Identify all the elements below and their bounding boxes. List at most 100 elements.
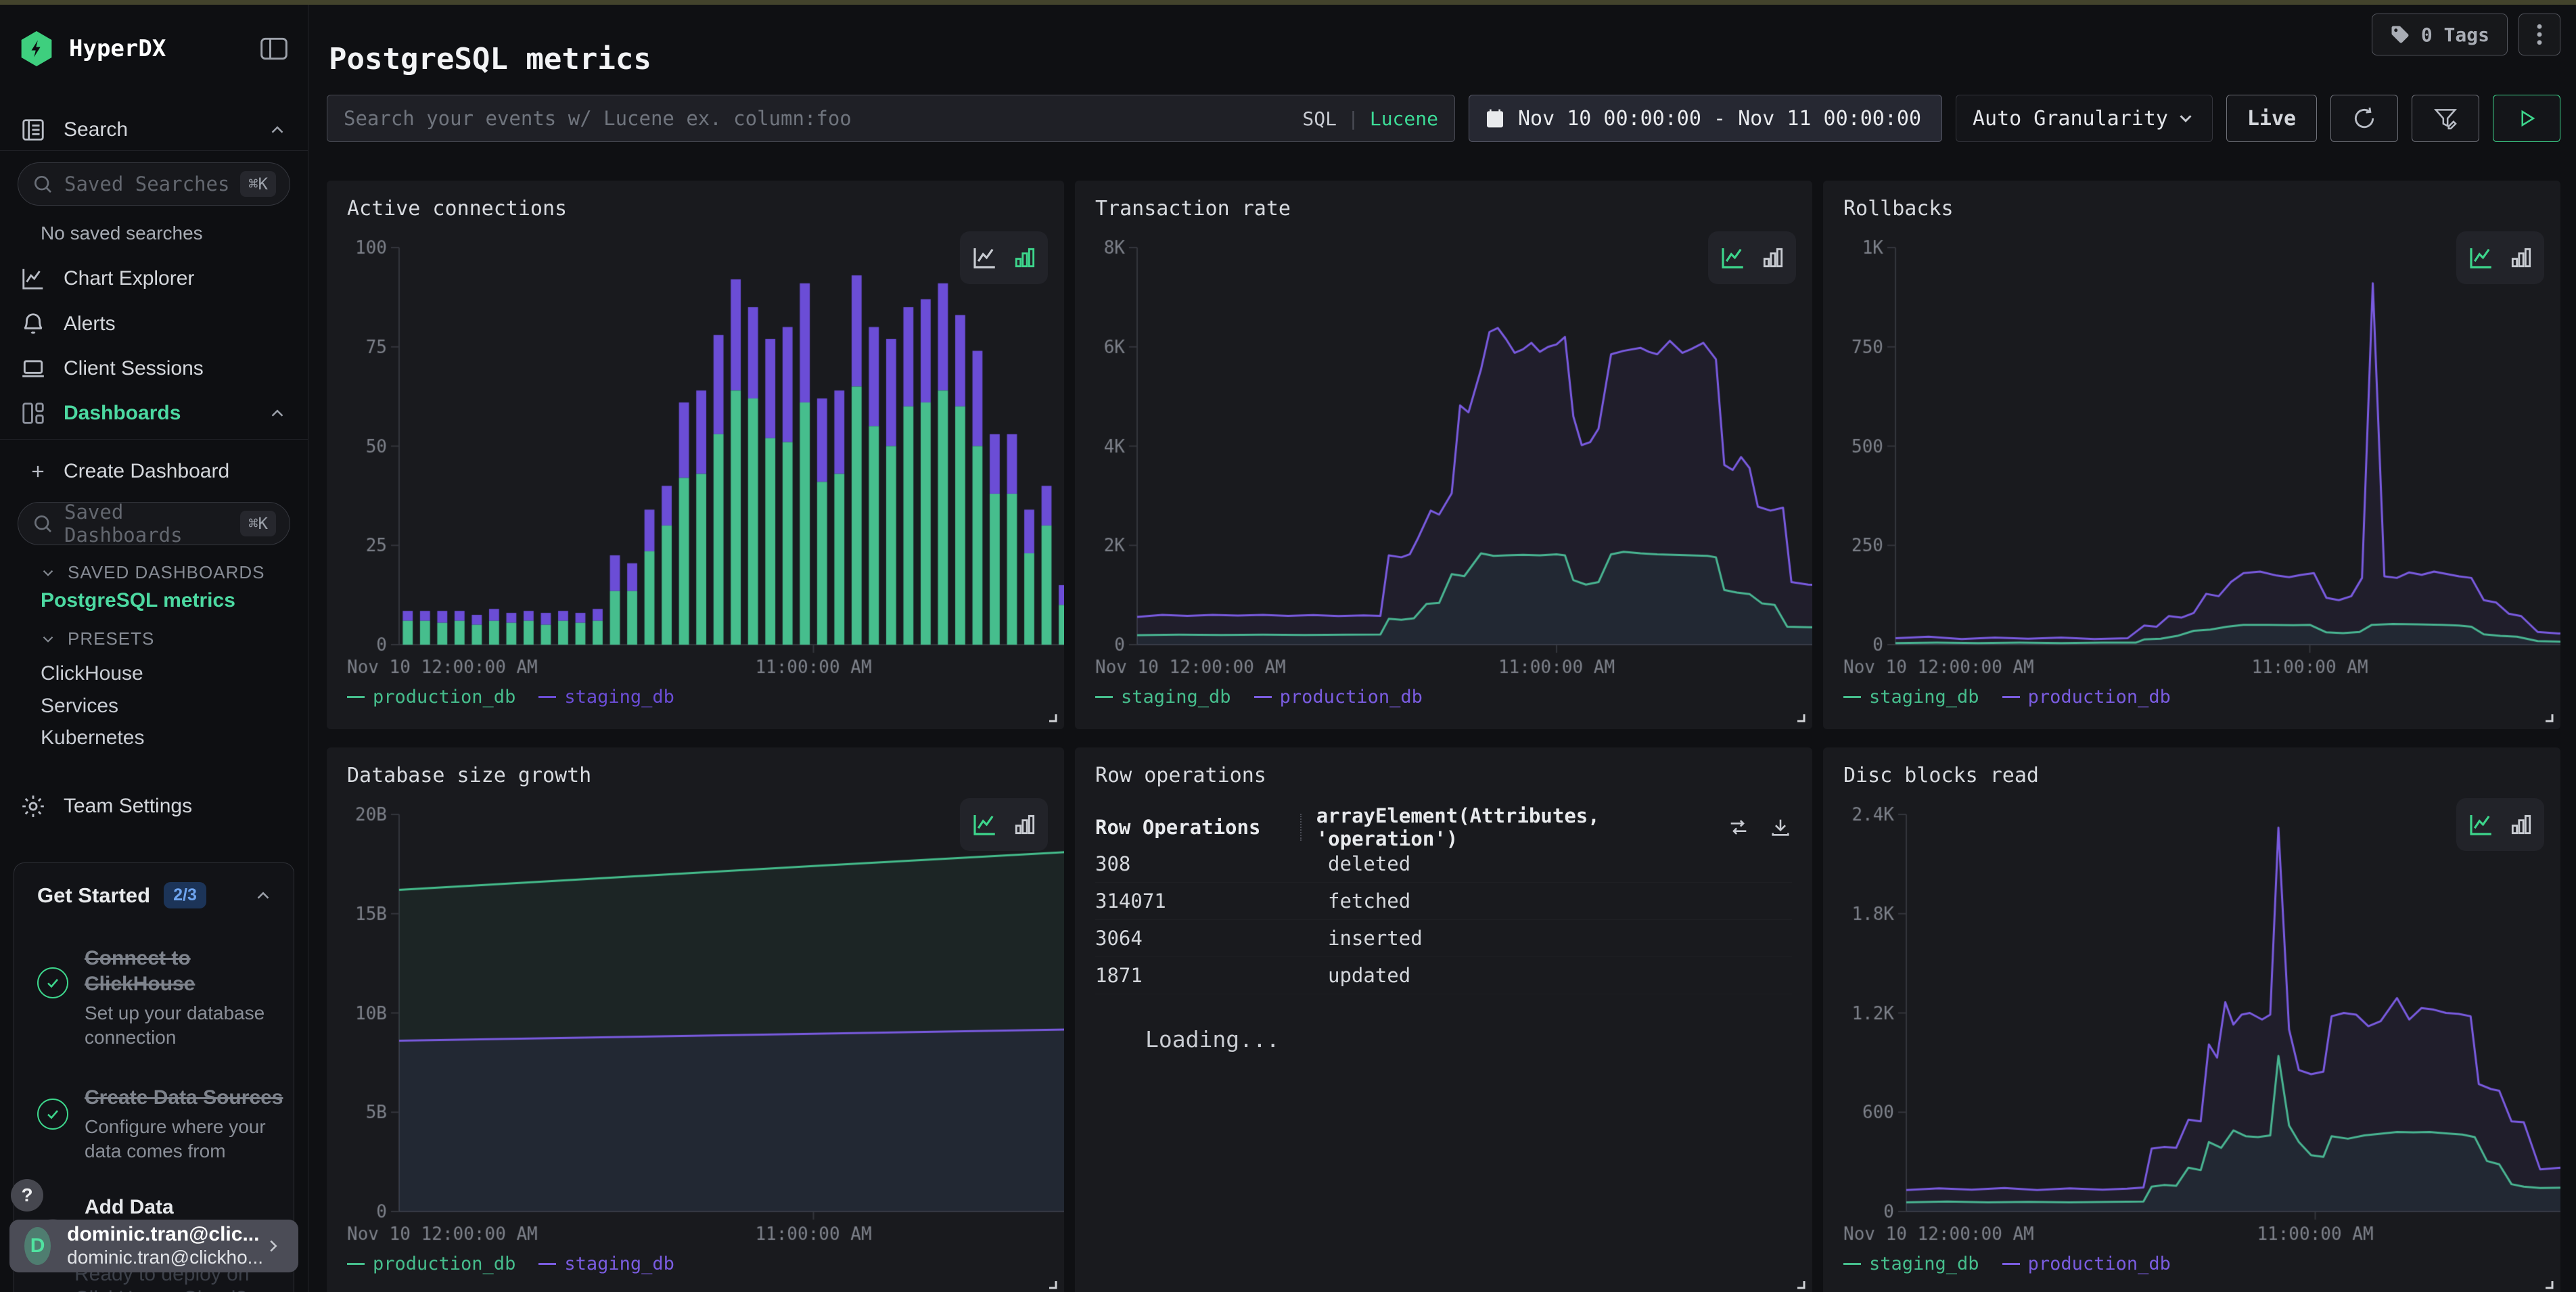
chevron-right-icon: [263, 1236, 283, 1256]
resize-handle[interactable]: [1046, 1278, 1057, 1289]
bar-chart-toggle[interactable]: [1760, 245, 1786, 271]
cell-operation: fetched: [1328, 890, 1410, 913]
column-resize-handle[interactable]: [1300, 814, 1302, 841]
more-options-button[interactable]: [2518, 14, 2560, 55]
legend-label: production_db: [2028, 1253, 2171, 1274]
search-icon: [32, 513, 53, 534]
section-label: PRESETS: [68, 628, 154, 649]
create-dashboard-button[interactable]: Create Dashboard: [0, 450, 308, 493]
legend-label: staging_db: [1869, 1253, 1979, 1274]
chart-view-toggle: [1708, 231, 1796, 284]
active-connections-chart[interactable]: [347, 238, 1064, 681]
column-header[interactable]: arrayElement(Attributes, 'operation'): [1316, 804, 1727, 850]
date-range-picker[interactable]: Nov 10 00:00:00 - Nov 11 00:00:00: [1469, 95, 1942, 142]
legend-dash-icon: [538, 696, 556, 698]
tag-icon: [2390, 24, 2410, 45]
chevron-up-icon[interactable]: [267, 403, 288, 423]
shortcut-badge: ⌘K: [240, 511, 276, 536]
sidebar-item-kubernetes[interactable]: Kubernetes: [41, 726, 144, 749]
refresh-button[interactable]: [2330, 95, 2398, 142]
table-card-row-operations: Row operations Row Operations arrayEleme…: [1075, 747, 1812, 1292]
legend-item[interactable]: production_db: [347, 687, 515, 708]
table-row[interactable]: 314071fetched: [1095, 883, 1792, 920]
legend-dash-icon: [1843, 696, 1861, 698]
chart-card-transaction-rate: Transaction rate staging_dbproduction_db: [1075, 181, 1812, 729]
legend-item[interactable]: staging_db: [1843, 687, 1979, 708]
user-menu[interactable]: D dominic.tran@clic... dominic.tran@clic…: [9, 1220, 298, 1272]
column-header[interactable]: Row Operations: [1095, 816, 1300, 839]
resize-handle[interactable]: [2543, 1278, 2554, 1289]
rollbacks-chart[interactable]: [1843, 238, 2560, 681]
legend-label: staging_db: [564, 1253, 674, 1274]
sidebar-item-alerts[interactable]: Alerts: [0, 302, 308, 346]
legend-item[interactable]: production_db: [2002, 1253, 2171, 1274]
chevron-up-icon[interactable]: [253, 885, 273, 906]
sidebar-item-search[interactable]: Search: [0, 108, 308, 152]
transaction-rate-chart[interactable]: [1095, 238, 1812, 681]
legend-item[interactable]: staging_db: [538, 1253, 674, 1274]
lucene-toggle[interactable]: Lucene: [1370, 108, 1438, 130]
search-icon: [32, 173, 53, 195]
sidebar-item-dashboards[interactable]: Dashboards: [0, 392, 308, 435]
sidebar-item-clickhouse[interactable]: ClickHouse: [41, 662, 143, 685]
resize-handle[interactable]: [2543, 712, 2554, 722]
table-row[interactable]: 1871updated: [1095, 957, 1792, 994]
line-chart-toggle[interactable]: [1718, 244, 1747, 272]
table-header: Row Operations arrayElement(Attributes, …: [1095, 812, 1792, 842]
get-started-step-2[interactable]: Create Data Sources Configure where your…: [37, 1085, 273, 1163]
sidebar-item-chart-explorer[interactable]: Chart Explorer: [0, 257, 308, 300]
disc-blocks-read-chart[interactable]: [1843, 805, 2560, 1248]
download-icon[interactable]: [1769, 816, 1792, 839]
search-nav-icon: [20, 117, 47, 143]
help-button[interactable]: ?: [11, 1179, 43, 1212]
cell-count: 3064: [1095, 927, 1328, 950]
date-range-value: Nov 10 00:00:00 - Nov 11 00:00:00: [1518, 107, 1921, 131]
line-chart-toggle[interactable]: [970, 244, 998, 272]
hyperdx-logo-icon: [19, 31, 54, 66]
legend-item[interactable]: staging_db: [1095, 687, 1231, 708]
database-size-growth-chart[interactable]: [347, 805, 1064, 1248]
sort-rows-icon[interactable]: [1727, 816, 1750, 839]
table-row[interactable]: 308deleted: [1095, 846, 1792, 883]
filter-button[interactable]: [2412, 95, 2479, 142]
legend-item[interactable]: staging_db: [538, 687, 674, 708]
line-chart-toggle[interactable]: [2466, 244, 2495, 272]
search-placeholder: Search your events w/ Lucene ex. column:…: [344, 107, 852, 130]
event-search-input[interactable]: Search your events w/ Lucene ex. column:…: [327, 95, 1455, 142]
dashboards-icon: [20, 400, 47, 426]
line-chart-toggle[interactable]: [2466, 810, 2495, 839]
section-saved-dashboards[interactable]: SAVED DASHBOARDS: [39, 562, 264, 583]
tags-button[interactable]: 0 Tags: [2372, 14, 2508, 55]
sidebar-item-postgresql-metrics[interactable]: PostgreSQL metrics: [41, 589, 235, 612]
create-dashboard-label: Create Dashboard: [64, 460, 229, 483]
bar-chart-toggle[interactable]: [2508, 812, 2534, 837]
sidebar-item-client-sessions[interactable]: Client Sessions: [0, 347, 308, 390]
legend-item[interactable]: production_db: [2002, 687, 2171, 708]
legend-item[interactable]: production_db: [1254, 687, 1423, 708]
sidebar-item-services[interactable]: Services: [41, 695, 118, 718]
sql-toggle[interactable]: SQL: [1302, 108, 1337, 130]
bar-chart-toggle[interactable]: [1012, 245, 1038, 271]
legend-dash-icon: [1095, 696, 1113, 698]
chart-legend: production_db staging_db: [347, 1253, 674, 1274]
live-button[interactable]: Live: [2226, 95, 2317, 142]
legend-item[interactable]: staging_db: [1843, 1253, 1979, 1274]
legend-item[interactable]: production_db: [347, 1253, 515, 1274]
sidebar-item-team-settings[interactable]: Team Settings: [0, 785, 308, 828]
line-chart-toggle[interactable]: [970, 810, 998, 839]
bar-chart-toggle[interactable]: [2508, 245, 2534, 271]
chevron-up-icon[interactable]: [267, 120, 288, 140]
granularity-select[interactable]: Auto Granularity: [1956, 95, 2213, 142]
no-saved-searches: No saved searches: [41, 223, 203, 244]
saved-searches-input[interactable]: Saved Searches ⌘K: [18, 162, 290, 206]
resize-handle[interactable]: [1795, 712, 1806, 722]
collapse-sidebar-icon[interactable]: [259, 36, 289, 62]
bar-chart-toggle[interactable]: [1012, 812, 1038, 837]
saved-dashboards-input[interactable]: Saved Dashboards ⌘K: [18, 502, 290, 545]
section-presets[interactable]: PRESETS: [39, 628, 154, 649]
get-started-step-1[interactable]: Connect to ClickHouse Set up your databa…: [37, 946, 273, 1050]
resize-handle[interactable]: [1046, 712, 1057, 722]
run-query-button[interactable]: [2493, 95, 2560, 142]
resize-handle[interactable]: [1795, 1278, 1806, 1289]
table-row[interactable]: 3064inserted: [1095, 920, 1792, 957]
